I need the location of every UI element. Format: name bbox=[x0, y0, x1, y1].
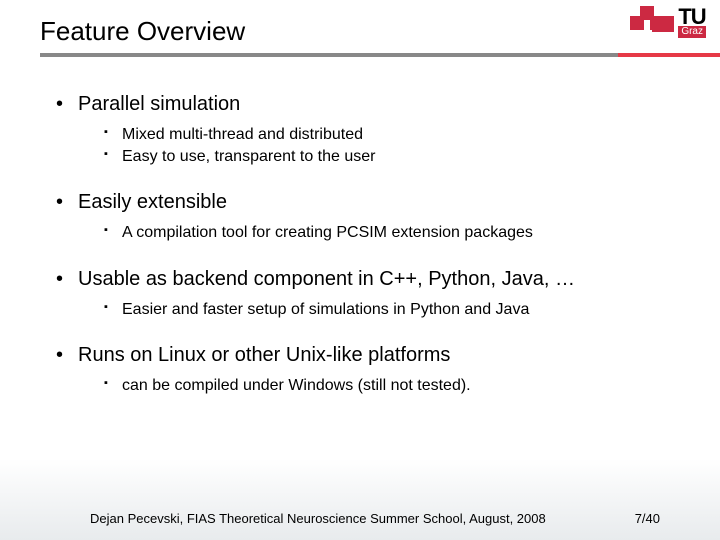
slide-content: Parallel simulation Mixed multi-thread a… bbox=[0, 65, 720, 397]
bullet-lvl1: Parallel simulation bbox=[56, 93, 680, 116]
bullet-group: Usable as backend component in C++, Pyth… bbox=[56, 268, 680, 321]
logo-graz-label: Graz bbox=[678, 26, 706, 38]
page-number: 7/40 bbox=[635, 511, 680, 526]
bullet-group: Easily extensible A compilation tool for… bbox=[56, 191, 680, 244]
footer-text: Dejan Pecevski, FIAS Theoretical Neurosc… bbox=[90, 511, 635, 526]
bullet-lvl2: Mixed multi-thread and distributed bbox=[104, 124, 680, 146]
slide-footer: Dejan Pecevski, FIAS Theoretical Neurosc… bbox=[0, 511, 720, 526]
logo-squares-icon bbox=[630, 6, 674, 38]
bullet-lvl1: Usable as backend component in C++, Pyth… bbox=[56, 268, 680, 291]
tu-graz-logo: TU Graz bbox=[630, 6, 706, 38]
slide-title: Feature Overview bbox=[40, 16, 720, 47]
title-underline bbox=[40, 53, 720, 57]
bullet-lvl2: A compilation tool for creating PCSIM ex… bbox=[104, 222, 680, 244]
bullet-lvl2: can be compiled under Windows (still not… bbox=[104, 375, 680, 397]
bullet-lvl2: Easier and faster setup of simulations i… bbox=[104, 299, 680, 321]
bullet-lvl1: Runs on Linux or other Unix-like platfor… bbox=[56, 344, 680, 367]
logo-tu-label: TU bbox=[678, 6, 706, 28]
bullet-lvl2: Easy to use, transparent to the user bbox=[104, 146, 680, 168]
bullet-lvl1: Easily extensible bbox=[56, 191, 680, 214]
bullet-group: Runs on Linux or other Unix-like platfor… bbox=[56, 344, 680, 397]
bullet-group: Parallel simulation Mixed multi-thread a… bbox=[56, 93, 680, 167]
logo-text: TU Graz bbox=[678, 6, 706, 38]
slide-header: Feature Overview TU Graz bbox=[0, 0, 720, 65]
